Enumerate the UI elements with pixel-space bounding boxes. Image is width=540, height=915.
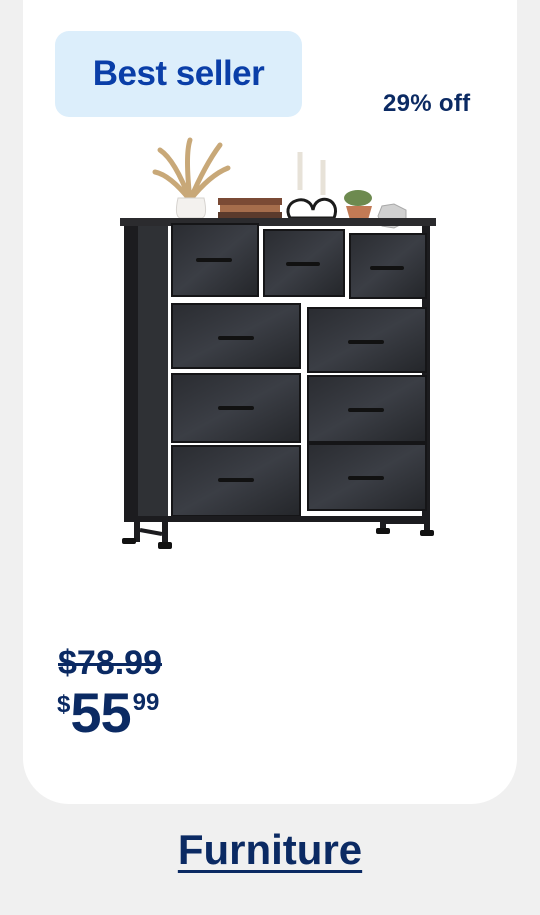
original-price: $78.99 [58, 644, 162, 682]
sale-price: $ 55 99 [57, 683, 159, 743]
discount-label: 29% off [383, 90, 471, 117]
dresser-image [120, 137, 436, 549]
best-seller-label: Best seller [92, 54, 265, 93]
price-dollars: 55 [70, 681, 131, 744]
books-icon [218, 198, 282, 218]
vase-icon [152, 137, 231, 219]
currency-symbol: $ [57, 691, 71, 718]
furniture-category-link[interactable]: Furniture [0, 826, 540, 874]
candle-holder-icon [286, 152, 337, 220]
product-image[interactable] [110, 130, 450, 560]
best-seller-badge: Best seller [55, 31, 302, 117]
price-cents: 99 [132, 689, 160, 716]
plant-icon [344, 190, 372, 220]
